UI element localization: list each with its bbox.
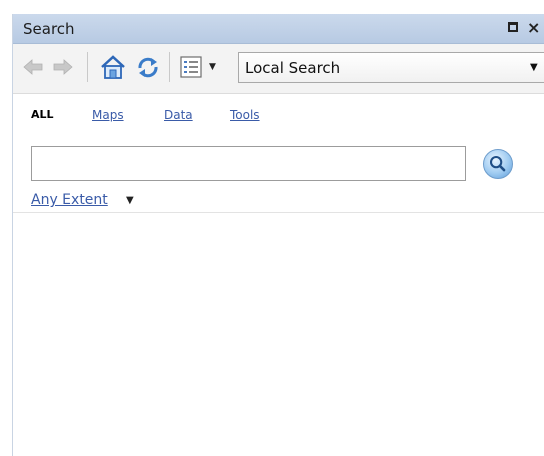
search-location-select[interactable]: Local Search ▼ <box>238 52 544 83</box>
results-area <box>13 213 544 456</box>
search-button[interactable] <box>483 149 513 179</box>
close-icon: × <box>527 18 541 37</box>
home-icon[interactable] <box>99 54 127 80</box>
extent-link[interactable]: Any Extent <box>31 192 108 208</box>
toolbar-separator <box>169 52 170 82</box>
search-window: Search × ▼ Local Search ▼ ALL Maps Data … <box>12 14 544 456</box>
tab-all[interactable]: ALL <box>31 108 54 121</box>
maximize-icon <box>508 22 518 32</box>
forward-arrow-icon[interactable] <box>51 54 75 80</box>
window-title: Search <box>23 20 75 38</box>
chevron-down-icon: ▼ <box>530 62 538 73</box>
search-input[interactable] <box>31 146 466 181</box>
search-panel: ALL Maps Data Tools Any Extent ▼ <box>13 94 544 214</box>
tab-tools[interactable]: Tools <box>230 108 260 122</box>
list-view-icon[interactable] <box>178 54 204 80</box>
tab-data[interactable]: Data <box>164 108 193 122</box>
tab-maps[interactable]: Maps <box>92 108 124 122</box>
search-location-value: Local Search <box>245 59 341 77</box>
refresh-icon[interactable] <box>135 54 161 80</box>
magnifier-icon <box>489 155 506 172</box>
toolbar-separator <box>87 52 88 82</box>
maximize-button[interactable] <box>506 20 522 36</box>
title-bar[interactable]: Search × <box>13 14 544 44</box>
toolbar: ▼ Local Search ▼ <box>13 44 544 94</box>
list-view-dropdown-arrow[interactable]: ▼ <box>209 62 216 72</box>
chevron-down-icon[interactable]: ▼ <box>126 195 134 206</box>
close-button[interactable]: × <box>527 20 543 36</box>
back-arrow-icon[interactable] <box>21 54 45 80</box>
